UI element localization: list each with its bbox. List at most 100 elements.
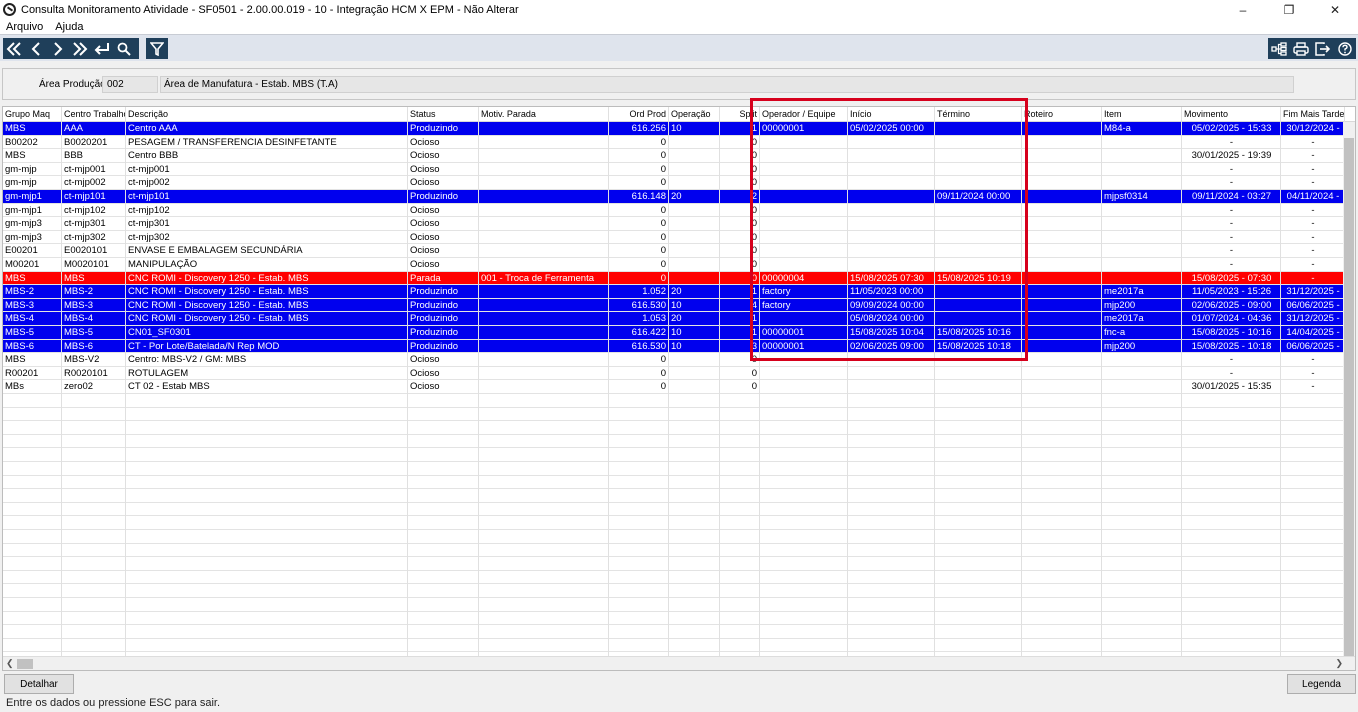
minimize-button[interactable]: – <box>1220 0 1266 19</box>
legenda-button[interactable]: Legenda <box>1287 674 1356 694</box>
column-header-descricao[interactable]: Descrição <box>126 107 408 122</box>
cell-roteiro <box>1022 176 1102 190</box>
exit-icon[interactable] <box>1312 38 1334 59</box>
column-header-termino[interactable]: Término <box>935 107 1022 122</box>
cell-roteiro <box>1022 380 1102 394</box>
cell-centro-trabalho: AAA <box>62 122 126 136</box>
table-row[interactable]: gm-mjp ct-mjp001 ct-mjp001 Ocioso 0 0- - <box>3 162 1345 177</box>
table-row[interactable]: R00201 R0020101 ROTULAGEM Ocioso 0 0 - - <box>3 366 1345 381</box>
column-header-item[interactable]: Item <box>1102 107 1182 122</box>
scroll-right-icon[interactable]: ❯ <box>1335 658 1343 669</box>
cell-item <box>1102 244 1182 258</box>
table-row[interactable]: MBS-3 MBS-3 CNC ROMI - Discovery 1250 - Es… <box>3 298 1345 313</box>
cell-item <box>1102 149 1182 163</box>
table-row[interactable]: gm-mjp ct-mjp002 ct-mjp002 Ocioso 0 0- - <box>3 176 1345 190</box>
column-header-ord-prod[interactable]: Ord Prod <box>609 107 669 122</box>
cell-status: Ocioso <box>408 380 479 394</box>
toolbar <box>0 34 1358 61</box>
enter-return-icon[interactable] <box>91 38 113 59</box>
cell-descricao: ct-mjp101 <box>126 190 408 204</box>
table-row[interactable]: gm-mjp1 ct-mjp101 ct-mjp101 Produzindo 616.1… <box>3 190 1345 204</box>
menu-ajuda[interactable]: Ajuda <box>55 21 83 33</box>
cell-centro-trabalho: ct-mjp002 <box>62 176 126 190</box>
cell-status: Ocioso <box>408 162 479 177</box>
tree-structure-icon[interactable] <box>1268 38 1290 59</box>
first-record-icon[interactable] <box>3 38 25 59</box>
cell-centro-trabalho: MBS-5 <box>62 326 126 340</box>
cell-descricao: ENVASE E EMBALAGEM SECUNDÁRIA <box>126 244 408 258</box>
cell-motiv-parada <box>479 149 609 163</box>
table-row[interactable]: MBS BBB Centro BBB Ocioso 0 0 30/01/2025 - 19:… <box>3 149 1345 163</box>
table-row[interactable]: MBS-6 MBS-6 CT - Por Lote/Batelada/N Rep M… <box>3 339 1345 354</box>
table-row[interactable]: MBS-5 MBS-5 CN01_SF0301 Produzindo 616.422 10… <box>3 326 1345 340</box>
cell-ord-prod: 1.052 <box>609 285 669 299</box>
column-header-status[interactable]: Status <box>408 107 479 122</box>
cell-ord-prod: 1.053 <box>609 312 669 326</box>
cell-operador-equipe <box>760 244 848 258</box>
menu-arquivo[interactable]: Arquivo <box>6 21 43 33</box>
cell-termino <box>935 298 1022 313</box>
table-row[interactable]: gm-mjp1 ct-mjp102 ct-mjp102 Ocioso 0 0- - <box>3 203 1345 218</box>
cell-movimento: - <box>1182 217 1281 231</box>
column-header-movimento[interactable]: Movimento <box>1182 107 1281 122</box>
cell-grupo-maq: MBS <box>3 122 62 136</box>
empty-row <box>3 639 1345 653</box>
cell-centro-trabalho: M0020101 <box>62 258 126 272</box>
cell-operador-equipe <box>760 230 848 245</box>
cell-descricao: CN01_SF0301 <box>126 326 408 340</box>
table-row[interactable]: E00201 E0020101 ENVASE E EMBALAGEM SECUNDÁ… <box>3 244 1345 258</box>
vertical-scrollbar[interactable] <box>1343 122 1355 658</box>
table-row[interactable]: MBs zero02 CT 02 - Estab MBS Ocioso 0 0 30/01/… <box>3 380 1345 394</box>
cell-operador-equipe <box>760 366 848 381</box>
cell-grupo-maq: MBs <box>3 380 62 394</box>
table-row[interactable]: MBS MBS-V2 Centro: MBS-V2 / GM: MBS Ocioso 0… <box>3 353 1345 367</box>
table-row[interactable]: MBS-4 MBS-4 CNC ROMI - Discovery 1250 - Es… <box>3 312 1345 326</box>
detalhar-button[interactable]: Detalhar <box>4 674 74 694</box>
cell-split: 1 <box>720 312 760 326</box>
filter-icon[interactable] <box>146 38 168 59</box>
scroll-left-icon[interactable]: ❮ <box>6 658 14 669</box>
table-row[interactable]: MBS AAA Centro AAA Produzindo 616.256 10 1 0000… <box>3 122 1345 136</box>
cell-grupo-maq: MBS-2 <box>3 285 62 299</box>
column-header-grupo-maq[interactable]: Grupo Maq <box>3 107 62 122</box>
horizontal-scroll-thumb[interactable] <box>17 659 33 669</box>
vertical-scroll-thumb[interactable] <box>1344 138 1354 656</box>
column-header-roteiro[interactable]: Roteiro <box>1022 107 1102 122</box>
table-row[interactable]: gm-mjp3 ct-mjp302 ct-mjp302 Ocioso 0 0- - <box>3 230 1345 245</box>
cell-termino: 15/08/2025 10:16 <box>935 326 1022 340</box>
cell-inicio: 15/08/2025 10:04 <box>848 326 935 340</box>
cell-descricao: ct-mjp001 <box>126 162 408 177</box>
column-header-split[interactable]: Split <box>720 107 760 122</box>
table-row[interactable]: M00201 M0020101 MANIPULAÇÃO Ocioso 0 0 - - <box>3 258 1345 272</box>
next-record-icon[interactable] <box>47 38 69 59</box>
table-row[interactable]: B00202 B0020201 PESAGEM / TRANSFERENCIA DE… <box>3 135 1345 150</box>
column-header-fim-mais-tarde[interactable]: Fim Mais Tarde <box>1281 107 1345 122</box>
column-header-motiv-parada[interactable]: Motiv. Parada <box>479 107 609 122</box>
search-icon[interactable] <box>113 38 135 59</box>
cell-roteiro <box>1022 230 1102 245</box>
help-icon[interactable] <box>1334 38 1356 59</box>
cell-status: Parada <box>408 271 479 286</box>
cell-descricao: CNC ROMI - Discovery 1250 - Estab. MBS <box>126 271 408 286</box>
close-button[interactable]: ✕ <box>1312 0 1358 19</box>
table-row[interactable]: gm-mjp3 ct-mjp301 ct-mjp301 Ocioso 0 0- - <box>3 217 1345 231</box>
last-record-icon[interactable] <box>69 38 91 59</box>
maximize-button[interactable]: ❐ <box>1266 0 1312 19</box>
column-header-centro-trabalho[interactable]: Centro Trabalho <box>62 107 126 122</box>
cell-motiv-parada <box>479 162 609 177</box>
navigation-toolbar <box>3 38 139 59</box>
column-header-inicio[interactable]: Início <box>848 107 935 122</box>
column-header-operacao[interactable]: Operação <box>669 107 720 122</box>
table-row[interactable]: MBS-2 MBS-2 CNC ROMI - Discovery 1250 - Es… <box>3 285 1345 299</box>
cell-split: 0 <box>720 380 760 394</box>
cell-ord-prod: 0 <box>609 244 669 258</box>
area-description-field: Área de Manufatura - Estab. MBS (T.A) <box>160 76 1294 93</box>
cell-movimento: - <box>1182 176 1281 190</box>
cell-ord-prod: 0 <box>609 366 669 381</box>
area-code-field[interactable]: 002 <box>102 76 158 93</box>
column-header-operador-equipe[interactable]: Operador / Equipe <box>760 107 848 122</box>
horizontal-scrollbar[interactable]: ❮ ❯ <box>3 656 1355 670</box>
print-icon[interactable] <box>1290 38 1312 59</box>
table-row[interactable]: MBS MBS CNC ROMI - Discovery 1250 - Estab.… <box>3 271 1345 286</box>
previous-record-icon[interactable] <box>25 38 47 59</box>
